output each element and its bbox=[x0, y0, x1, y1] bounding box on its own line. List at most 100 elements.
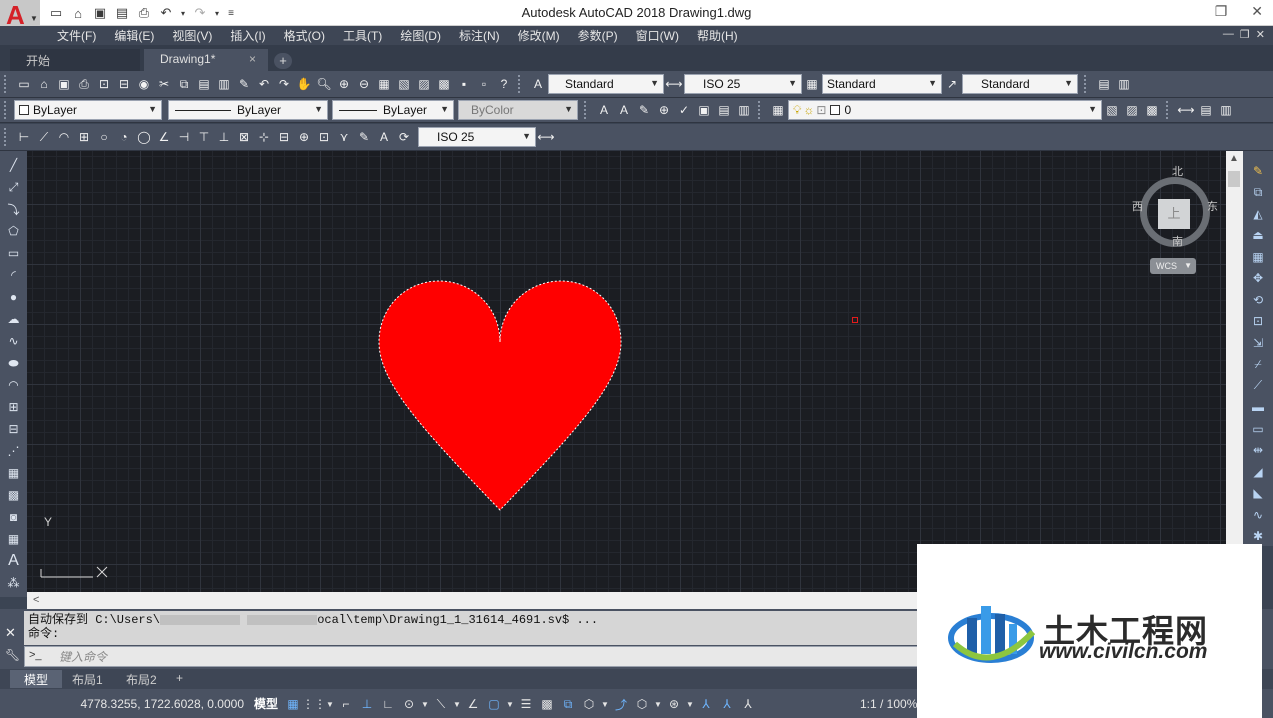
revision-cloud-icon[interactable]: ☁ bbox=[4, 309, 24, 329]
auto-scale-icon[interactable]: ⅄ bbox=[717, 694, 737, 714]
new-tab-button[interactable]: + bbox=[274, 53, 292, 69]
trim-icon[interactable]: ⌿ bbox=[1248, 355, 1268, 375]
viewcube-south[interactable]: 南 bbox=[1172, 233, 1183, 249]
tab-start[interactable]: 开始 bbox=[10, 49, 140, 71]
dimension-text-edit-icon[interactable]: A bbox=[374, 127, 394, 147]
dynamic-input-icon[interactable]: ⊥ bbox=[357, 694, 377, 714]
transparency-toggle-icon[interactable]: ▩ bbox=[537, 694, 557, 714]
ortho-mode-icon[interactable]: ∟ bbox=[378, 694, 398, 714]
toolbar-gripper[interactable] bbox=[518, 75, 524, 93]
text-icon[interactable]: A bbox=[594, 100, 614, 120]
dimension-linear-icon[interactable]: ⟷ bbox=[1176, 100, 1196, 120]
mirror-icon[interactable]: ◭ bbox=[1248, 204, 1268, 224]
join-icon[interactable]: ⇹ bbox=[1248, 441, 1268, 461]
drawing-canvas[interactable]: Y 北 上 西 东 南 WCS ▼ bbox=[27, 151, 1226, 592]
break-at-point-icon[interactable]: ▬ bbox=[1248, 398, 1268, 418]
menu-window[interactable]: 窗口(W) bbox=[627, 27, 688, 44]
copy-icon[interactable]: ⧉ bbox=[174, 74, 194, 94]
selection-filtering-icon[interactable]: ⬡ bbox=[632, 694, 652, 714]
vertical-scrollbar[interactable]: ▲ bbox=[1226, 151, 1243, 592]
convert-text-icon[interactable]: ▥ bbox=[734, 100, 754, 120]
viewcube[interactable]: 北 上 西 东 南 WCS ▼ bbox=[1132, 163, 1222, 274]
multileader-style-icon[interactable]: ↗ bbox=[942, 74, 962, 94]
infer-constraints-icon[interactable]: ⌐ bbox=[336, 694, 356, 714]
menu-edit[interactable]: 编辑(E) bbox=[105, 27, 163, 44]
tab-layout1[interactable]: 布局1 bbox=[58, 670, 117, 688]
toolbar-gripper[interactable] bbox=[758, 101, 764, 119]
match-properties-icon[interactable]: ▥ bbox=[214, 74, 234, 94]
object-snap-tracking-icon[interactable]: ∠ bbox=[463, 694, 483, 714]
design-center-icon[interactable]: ▧ bbox=[394, 74, 414, 94]
dimension-style-icon[interactable]: ⟷ bbox=[664, 74, 684, 94]
close-tab-icon[interactable]: × bbox=[249, 52, 256, 66]
copy-object-icon[interactable]: ⧉ bbox=[1248, 183, 1268, 203]
make-object-layer-current-icon[interactable]: ▦ bbox=[768, 100, 788, 120]
viewcube-top-face[interactable]: 上 bbox=[1158, 199, 1190, 229]
erase-icon[interactable]: ✎ bbox=[1248, 161, 1268, 181]
selection-filter-dropdown-icon[interactable]: ▼ bbox=[653, 694, 663, 714]
dynamic-ucs-icon[interactable]: ⤴ bbox=[611, 694, 631, 714]
table-style-icon[interactable]: ▦ bbox=[802, 74, 822, 94]
text-style-select[interactable]: Standard ▼ bbox=[548, 74, 664, 94]
menu-modify[interactable]: 修改(M) bbox=[509, 27, 569, 44]
quick-dimension-icon[interactable]: ⊣ bbox=[174, 127, 194, 147]
menu-dimension[interactable]: 标注(N) bbox=[450, 27, 509, 44]
isometric-drafting-icon[interactable]: ⟍ bbox=[431, 694, 451, 714]
tolerance-icon[interactable]: ⊟ bbox=[274, 127, 294, 147]
undo-icon[interactable]: ↶ bbox=[254, 74, 274, 94]
text-style-icon[interactable]: A bbox=[528, 74, 548, 94]
dimension-edit-icon[interactable]: ✎ bbox=[354, 127, 374, 147]
3d-osnap-icon[interactable]: ⬡ bbox=[579, 694, 599, 714]
polar-tracking-icon[interactable]: ⊙ bbox=[399, 694, 419, 714]
properties-icon[interactable]: ▦ bbox=[374, 74, 394, 94]
polygon-icon[interactable]: ⬠ bbox=[4, 221, 24, 241]
model-space-button[interactable]: 模型 bbox=[251, 694, 281, 714]
toolbar-gripper[interactable] bbox=[4, 101, 10, 119]
dimension-style-select[interactable]: ISO 25 ▼ bbox=[684, 74, 802, 94]
markup-icon[interactable]: ▪ bbox=[454, 74, 474, 94]
heart-shape[interactable] bbox=[377, 278, 623, 514]
toolbar-gripper[interactable] bbox=[4, 75, 10, 93]
minimize-document-icon[interactable]: — bbox=[1223, 28, 1234, 41]
annotation-scale-icon[interactable]: ⅄ bbox=[738, 694, 758, 714]
menu-view[interactable]: 视图(V) bbox=[163, 27, 221, 44]
dimension-update-icon[interactable]: ⟳ bbox=[394, 127, 414, 147]
stretch-icon[interactable]: ⇲ bbox=[1248, 333, 1268, 353]
zoom-previous-icon[interactable]: ⊖ bbox=[354, 74, 374, 94]
restore-document-icon[interactable]: ❐ bbox=[1240, 28, 1250, 41]
menu-format[interactable]: 格式(O) bbox=[275, 27, 334, 44]
offset-icon[interactable]: ⏏ bbox=[1248, 226, 1268, 246]
zoom-realtime-icon[interactable]: 🔍︎ bbox=[314, 74, 334, 94]
lineweight-toggle-icon[interactable]: ☰ bbox=[516, 694, 536, 714]
jogged-dimension-icon[interactable]: ◔ bbox=[114, 127, 134, 147]
continue-dimension-icon[interactable]: ⊥ bbox=[214, 127, 234, 147]
dimension-style-manager-icon[interactable]: ⟷ bbox=[536, 127, 556, 147]
redo-icon[interactable]: ↷ bbox=[274, 74, 294, 94]
angular-dimension-icon[interactable]: ∠ bbox=[154, 127, 174, 147]
customize-command-line-icon[interactable]: 🔧︎ bbox=[5, 648, 20, 662]
lineweight-control-select[interactable]: ByLayer ▼ bbox=[332, 100, 454, 120]
publish-3d-icon[interactable]: ◉ bbox=[134, 74, 154, 94]
menu-insert[interactable]: 插入(I) bbox=[221, 27, 274, 44]
new-icon[interactable]: ▭ bbox=[14, 74, 34, 94]
viewcube-east[interactable]: 东 bbox=[1207, 198, 1218, 214]
layer-isolate-icon[interactable]: ▩ bbox=[1142, 100, 1162, 120]
selection-cycling-icon[interactable]: ⧉ bbox=[558, 694, 578, 714]
line-icon[interactable]: ╱ bbox=[4, 155, 24, 175]
rotate-icon[interactable]: ⟲ bbox=[1248, 290, 1268, 310]
table-icon[interactable]: ▦ bbox=[4, 529, 24, 549]
menu-help[interactable]: 帮助(H) bbox=[688, 27, 747, 44]
layer-previous-icon[interactable]: ▧ bbox=[1102, 100, 1122, 120]
close-window-icon[interactable]: ✕ bbox=[1251, 3, 1263, 20]
layer-state-icon[interactable]: ▥ bbox=[1114, 74, 1134, 94]
dimension-aligned-icon[interactable]: ▤ bbox=[1196, 100, 1216, 120]
layer-freeze-icon[interactable]: ☼ bbox=[803, 103, 814, 117]
dimension-style-control-select[interactable]: ISO 25 ▼ bbox=[418, 127, 536, 147]
cursor-coordinates[interactable]: 4778.3255, 1722.6028, 0.0000 bbox=[70, 694, 248, 714]
spline-icon[interactable]: ∿ bbox=[4, 331, 24, 351]
construction-line-icon[interactable]: ⤢ bbox=[4, 177, 24, 197]
scroll-up-icon[interactable]: ▲ bbox=[1229, 153, 1239, 164]
toolbar-gripper[interactable] bbox=[1084, 75, 1090, 93]
zoom-text-icon[interactable]: ⊕ bbox=[654, 100, 674, 120]
ordinate-dimension-icon[interactable]: ⊞ bbox=[74, 127, 94, 147]
